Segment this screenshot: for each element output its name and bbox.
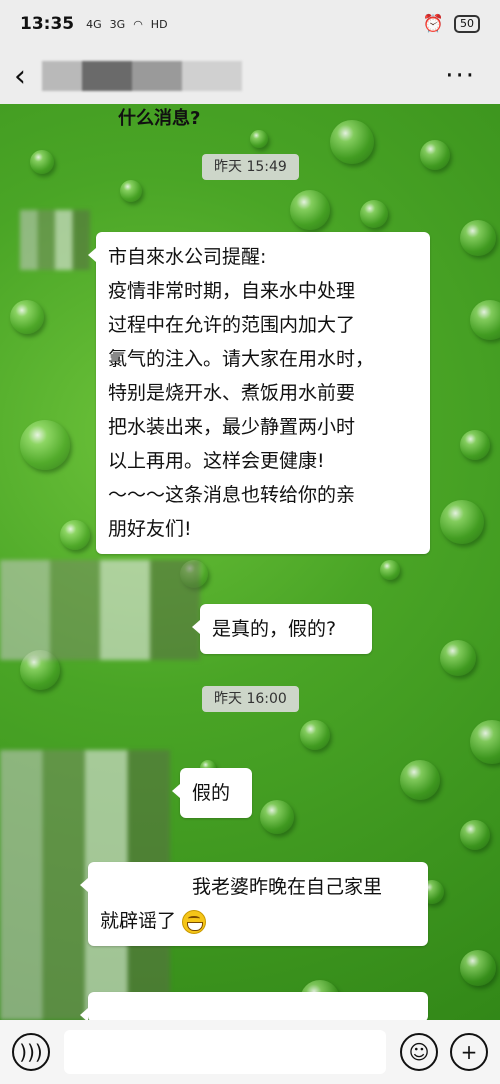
message-bubble-incoming[interactable]: 我老婆昨晚在自己家里 就辟谣了 [80, 862, 428, 946]
water-drop-decoration [10, 300, 44, 334]
water-drop-decoration [120, 180, 142, 202]
message-line: 把水装出来，最少静置两小时 [108, 416, 356, 438]
water-drop-decoration [460, 430, 490, 460]
message-bubble-incoming[interactable]: 假的 [172, 768, 252, 818]
water-drop-decoration [400, 760, 440, 800]
message-text: 是真的，假的? [212, 618, 337, 640]
voice-input-icon[interactable]: ))) [12, 1033, 50, 1071]
message-line: 以上再用。这样会更健康! [108, 450, 325, 472]
chat-header: ‹ ··· [0, 48, 500, 104]
water-drop-decoration [460, 820, 490, 850]
water-drop-decoration [440, 500, 484, 544]
water-drop-decoration [330, 120, 374, 164]
message-text: 我老婆昨晚在自己家里 [192, 876, 383, 898]
water-drop-decoration [380, 560, 400, 580]
message-line: 过程中在允许的范围内加大了 [108, 314, 356, 336]
contact-name-redacted [42, 61, 242, 91]
wifi-icon: ◠ [133, 17, 143, 31]
water-drop-decoration [420, 140, 450, 170]
message-text: 假的 [192, 782, 231, 804]
message-line: 朋好友们! [108, 518, 192, 540]
water-drop-decoration [20, 650, 60, 690]
more-options-button[interactable]: ··· [445, 61, 476, 91]
water-drop-decoration [180, 560, 208, 588]
water-drop-decoration [360, 200, 388, 228]
water-drop-decoration [250, 130, 268, 148]
water-drop-decoration [440, 640, 476, 676]
water-drop-decoration [60, 520, 90, 550]
water-drop-decoration [20, 420, 70, 470]
water-drop-decoration [470, 300, 500, 340]
message-bubble-incoming[interactable]: 是真的，假的? [192, 604, 372, 654]
message-input[interactable] [64, 1030, 386, 1074]
water-drop-decoration [460, 950, 496, 986]
water-drop-decoration [30, 150, 54, 174]
water-drop-decoration [460, 220, 496, 256]
message-bubble-partial[interactable] [80, 992, 428, 1022]
battery-indicator: 50 [454, 15, 480, 33]
water-drop-decoration [300, 720, 330, 750]
partial-message-text: 什么消息? [118, 108, 201, 129]
message-line: 疫情非常时期，自来水中处理 [108, 280, 356, 302]
water-drop-decoration [260, 800, 294, 834]
status-time: 13:35 [20, 14, 75, 34]
signal-indicator-1: 4G [86, 17, 102, 31]
timestamp-label: 昨天 15:49 [202, 154, 299, 180]
grinning-emoji-icon [182, 909, 207, 934]
water-drop-decoration [470, 720, 500, 764]
network-label: HD [150, 17, 168, 31]
message-line-wrap: 就辟谣了 [100, 904, 416, 938]
alarm-icon: ⏰ [422, 14, 444, 34]
message-line: 氯气的注入。请大家在用水时， [108, 348, 375, 370]
chat-input-bar: ))) ☺ + [0, 1020, 500, 1084]
emoji-button-icon[interactable]: ☺ [400, 1033, 438, 1071]
status-bar: 13:35 4G 3G ◠ HD ⏰ 50 [0, 0, 500, 48]
message-line: 特别是烧开水、煮饭用水前要 [108, 382, 356, 404]
message-line: ～～～这条消息也转给你的亲 [108, 484, 356, 506]
message-line: 市自來水公司提醒: [108, 246, 267, 268]
message-bubble-incoming[interactable]: 市自來水公司提醒: 疫情非常时期，自来水中处理 过程中在允许的范围内加大了 氯气… [88, 232, 430, 554]
signal-indicator-2: 3G [109, 17, 126, 31]
water-drop-decoration [290, 190, 330, 230]
back-button[interactable]: ‹ [14, 59, 26, 94]
message-text: 就辟谣了 [100, 910, 177, 932]
plus-button-icon[interactable]: + [450, 1033, 488, 1071]
timestamp-label: 昨天 16:00 [202, 686, 299, 712]
